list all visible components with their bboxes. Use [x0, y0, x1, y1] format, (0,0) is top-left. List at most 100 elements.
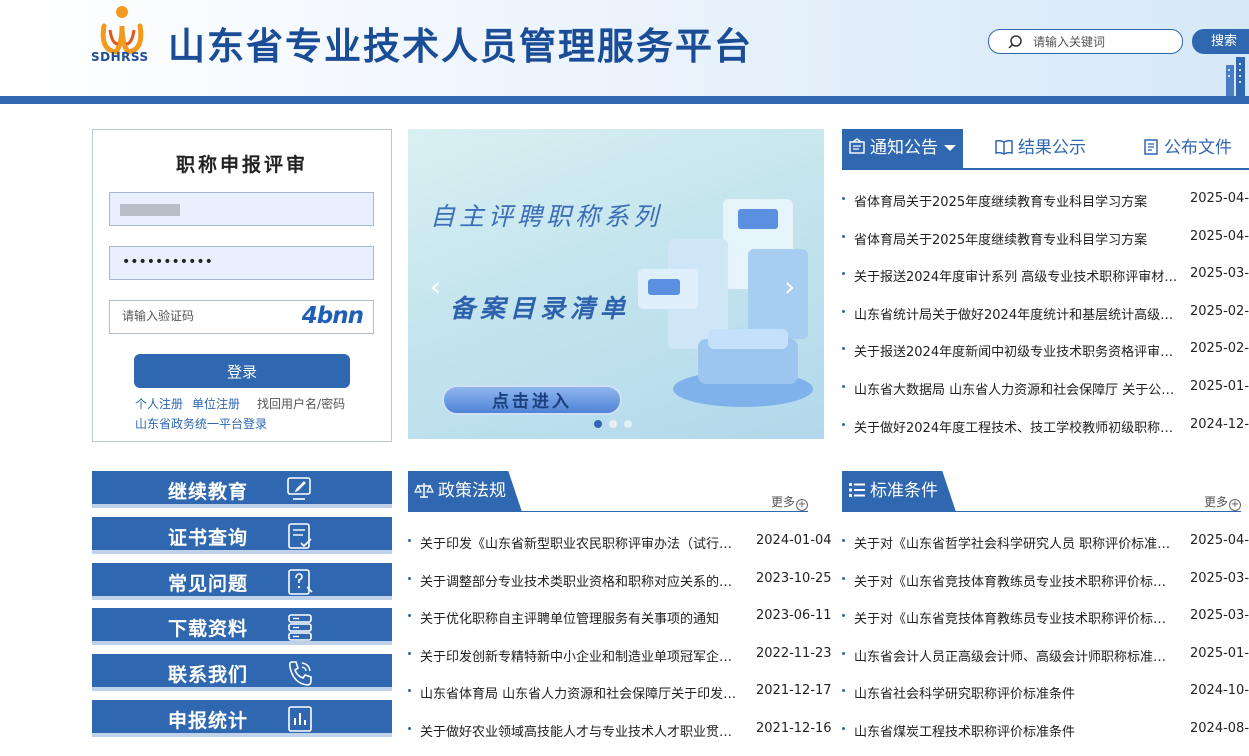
sso-login-link[interactable]: 山东省政务统一平台登录 — [135, 415, 267, 432]
tab-results[interactable]: 结果公示 — [994, 129, 1086, 168]
list-item[interactable]: 关于对《山东省竞技体育教练员专业技术职称评价标… 2025-03-2 — [842, 608, 1249, 646]
plus-circle-icon: + — [796, 499, 808, 511]
policy-section-tab[interactable]: 政策法规 — [408, 471, 522, 512]
caret-down-icon — [944, 145, 956, 151]
list-item-title[interactable]: 关于做好2024年度工程技术、技工学校教师初级职称… — [854, 417, 1182, 436]
list-item-date: 2024-08-2 — [1190, 720, 1249, 736]
list-item-title[interactable]: 关于对《山东省竞技体育教练员专业技术职称评价标… — [854, 608, 1176, 627]
bullet-icon — [842, 234, 845, 238]
menu-statistics[interactable]: 申报统计 — [92, 700, 392, 737]
list-item-title[interactable]: 山东省煤炭工程技术职称评价标准条件 — [854, 721, 1176, 740]
search-input[interactable] — [1033, 33, 1173, 51]
list-item-date: 2022-11-23 — [756, 645, 832, 661]
search-button[interactable]: 搜索 — [1192, 29, 1249, 54]
list-item-title[interactable]: 山东省大数据局 山东省人力资源和社会保障厅 关于公… — [854, 379, 1182, 398]
list-item[interactable]: 关于报送2024年度审计系列 高级专业技术职称评审材… 2025-03-1 — [842, 266, 1249, 304]
captcha-image[interactable]: 4bnn — [302, 303, 364, 329]
list-item-title[interactable]: 关于优化职称自主评聘单位管理服务有关事项的通知 — [420, 608, 742, 627]
menu-continuing-education[interactable]: 继续教育 — [92, 471, 392, 508]
question-doc-icon — [288, 569, 313, 595]
list-item[interactable]: 关于做好2024年度工程技术、技工学校教师初级职称… 2024-12-3 — [842, 417, 1249, 455]
menu-faq[interactable]: 常见问题 — [92, 563, 392, 600]
list-item-title[interactable]: 关于对《山东省哲学社会科学研究人员 职称评价标准… — [854, 533, 1176, 552]
bullet-icon — [408, 651, 411, 655]
menu-label: 常见问题 — [168, 573, 249, 595]
list-item[interactable]: 山东省统计局关于做好2024年度统计和基层统计高级… 2025-02-1 — [842, 304, 1249, 342]
policy-more-link[interactable]: 更多 + — [771, 493, 808, 511]
list-item-date: 2025-04-1 — [1190, 191, 1249, 206]
bullet-icon — [842, 422, 845, 426]
list-item-title[interactable]: 关于调整部分专业技术类职业资格和职称对应关系的… — [420, 571, 742, 590]
list-item-title[interactable]: 山东省社会科学研究职称评价标准条件 — [854, 683, 1176, 702]
list-item[interactable]: 省体育局关于2025年度继续教育专业科目学习方案 2025-04-1 — [842, 191, 1249, 229]
username-field[interactable] — [109, 192, 374, 226]
search-icon — [1008, 35, 1022, 49]
list-item-date: 2021-12-17 — [756, 683, 832, 699]
more-label: 更多 — [1203, 495, 1228, 509]
carousel-dot[interactable] — [624, 420, 632, 428]
list-item[interactable]: 关于调整部分专业技术类职业资格和职称对应关系的… 2023-10-25 — [408, 571, 832, 609]
list-item-title[interactable]: 关于做好农业领域高技能人才与专业技术人才职业贯… — [420, 721, 742, 740]
unit-register-link[interactable]: 单位注册 — [192, 397, 240, 411]
list-item[interactable]: 山东省大数据局 山东省人力资源和社会保障厅 关于公… 2025-01-0 — [842, 379, 1249, 417]
list-item[interactable]: 关于做好农业领域高技能人才与专业技术人才职业贯… 2021-12-16 — [408, 721, 832, 756]
login-button[interactable]: 登录 — [134, 354, 350, 388]
list-item[interactable]: 山东省会计人员正高级会计师、高级会计师职称标准… 2025-01-0 — [842, 646, 1249, 684]
banner-enter-button[interactable]: 点击进入 — [442, 385, 622, 415]
list-item[interactable]: 关于印发《山东省新型职业农民职称评审办法（试行… 2024-01-04 — [408, 533, 832, 571]
list-item[interactable]: 关于对《山东省竞技体育教练员专业技术职称评价标… 2025-03-2 — [842, 571, 1249, 609]
list-item[interactable]: 山东省社会科学研究职称评价标准条件 2024-10-2 — [842, 683, 1249, 721]
banner-headline: 自主评聘职称系列 — [430, 202, 663, 231]
search-box — [988, 29, 1183, 54]
bullet-icon — [842, 539, 845, 542]
recover-account-link[interactable]: 找回用户名/密码 — [257, 397, 345, 411]
standards-more-link[interactable]: 更多 + — [1204, 493, 1241, 511]
certificate-check-icon — [288, 523, 312, 549]
tab-notices[interactable]: 通知公告 — [842, 129, 963, 168]
list-item-title[interactable]: 山东省统计局关于做好2024年度统计和基层统计高级… — [854, 304, 1182, 323]
login-links: 个人注册 单位注册 找回用户名/密码 — [135, 395, 354, 412]
username-redacted — [120, 204, 180, 216]
personal-register-link[interactable]: 个人注册 — [135, 397, 183, 411]
bullet-icon — [842, 576, 845, 580]
list-item-date: 2025-01-0 — [1190, 645, 1249, 661]
list-item[interactable]: 关于报送2024年度新闻中初级专业技术职务资格评审… 2025-02-0 — [842, 341, 1249, 379]
header-divider-bar — [0, 96, 1249, 104]
bar-chart-doc-icon — [288, 706, 312, 732]
menu-contact-us[interactable]: 联系我们 — [92, 654, 392, 691]
standards-section-tab[interactable]: 标准条件 — [842, 471, 956, 512]
list-item-title[interactable]: 关于印发创新专精特新中小企业和制造业单项冠军企… — [420, 646, 742, 665]
bullet-icon — [842, 384, 845, 388]
monitor-pen-icon — [287, 477, 311, 500]
captcha-input[interactable] — [122, 309, 272, 323]
password-field[interactable]: ••••••••••• — [109, 246, 374, 280]
list-item-title[interactable]: 关于对《山东省竞技体育教练员专业技术职称评价标… — [854, 571, 1176, 590]
policy-section-title: 政策法规 — [438, 481, 506, 501]
carousel-next-icon[interactable]: › — [784, 273, 795, 301]
list-item-title[interactable]: 山东省会计人员正高级会计师、高级会计师职称标准… — [854, 646, 1176, 665]
list-item-title[interactable]: 山东省体育局 山东省人力资源和社会保障厅关于印发… — [420, 683, 742, 702]
list-item-title[interactable]: 关于印发《山东省新型职业农民职称评审办法（试行… — [420, 533, 742, 552]
menu-label: 联系我们 — [168, 664, 249, 686]
list-item[interactable]: 省体育局关于2025年度继续教育专业科目学习方案 2025-04-1 — [842, 229, 1249, 267]
carousel-prev-icon[interactable]: ‹ — [430, 273, 441, 301]
banner-carousel[interactable]: 自主评聘职称系列 备案目录清单 点击进入 ‹ › — [408, 129, 824, 439]
list-item[interactable]: 关于对《山东省哲学社会科学研究人员 职称评价标准… 2025-04-1 — [842, 533, 1249, 571]
carousel-dot[interactable] — [594, 420, 602, 428]
list-item[interactable]: 山东省体育局 山东省人力资源和社会保障厅关于印发… 2021-12-17 — [408, 683, 832, 721]
captcha-field[interactable]: 4bnn — [109, 300, 374, 334]
list-item[interactable]: 关于印发创新专精特新中小企业和制造业单项冠军企… 2022-11-23 — [408, 646, 832, 684]
tab-documents[interactable]: 公布文件 — [1142, 129, 1232, 168]
list-item-title[interactable]: 省体育局关于2025年度继续教育专业科目学习方案 — [854, 191, 1182, 210]
bullet-icon — [408, 539, 411, 542]
list-item-title[interactable]: 关于报送2024年度审计系列 高级专业技术职称评审材… — [854, 266, 1182, 285]
list-item-date: 2021-12-16 — [756, 720, 832, 736]
carousel-dot[interactable] — [609, 420, 617, 428]
list-item-title[interactable]: 关于报送2024年度新闻中初级专业技术职务资格评审… — [854, 341, 1182, 360]
list-item[interactable]: 山东省煤炭工程技术职称评价标准条件 2024-08-2 — [842, 721, 1249, 756]
site-header: SDHRSS 山东省专业技术人员管理服务平台 搜索 — [0, 0, 1249, 96]
list-item[interactable]: 关于优化职称自主评聘单位管理服务有关事项的通知 2023-06-11 — [408, 608, 832, 646]
menu-certificate-query[interactable]: 证书查询 — [92, 517, 392, 554]
menu-downloads[interactable]: 下载资料 — [92, 608, 392, 645]
list-item-title[interactable]: 省体育局关于2025年度继续教育专业科目学习方案 — [854, 229, 1182, 248]
